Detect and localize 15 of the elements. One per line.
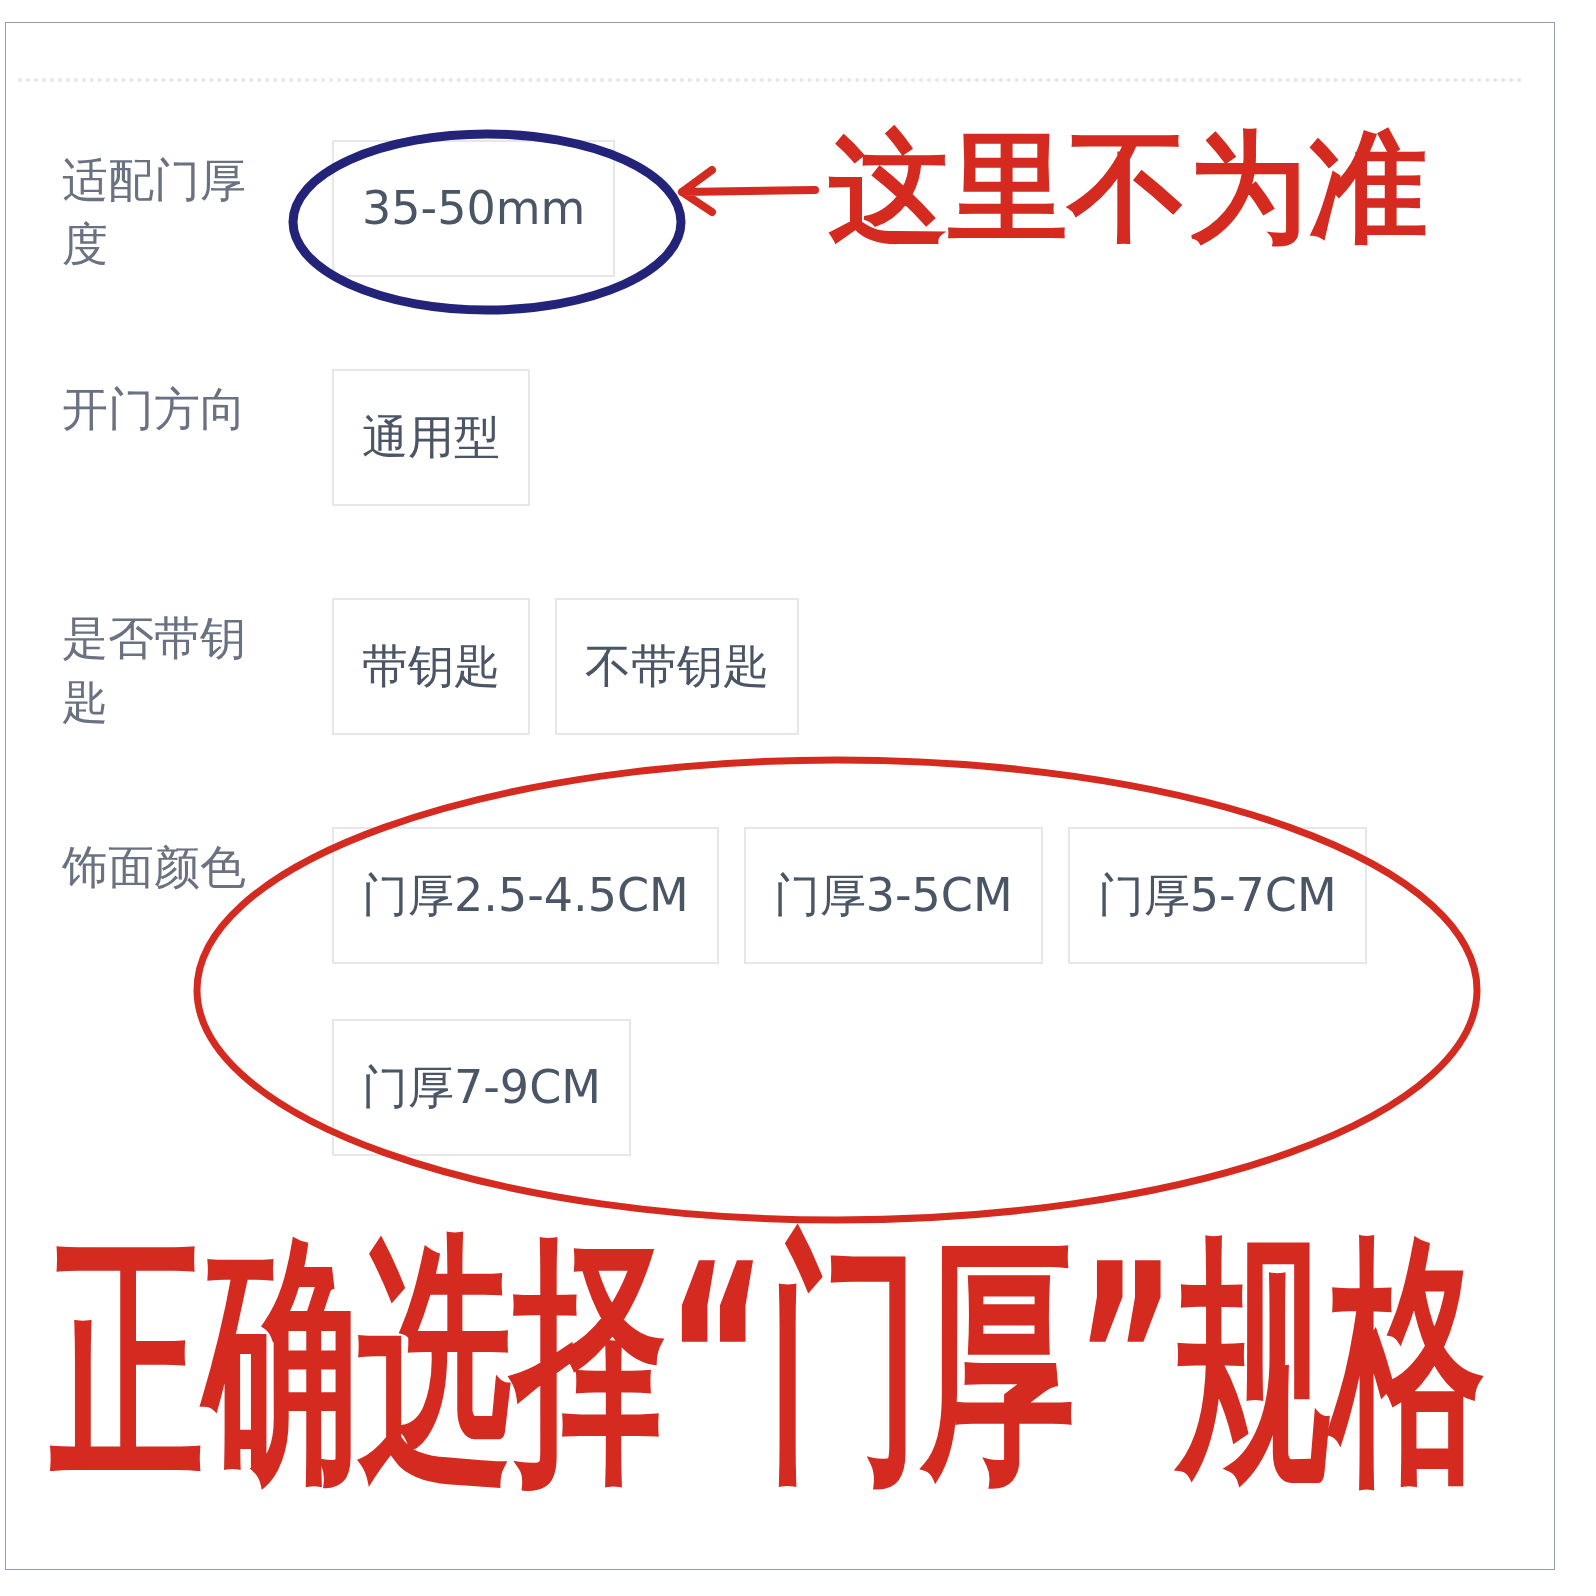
attribute-label: 适配门厚度 bbox=[62, 152, 247, 273]
annotation-note: 这里不为准 bbox=[828, 118, 1428, 258]
option-button[interactable]: 通用型 bbox=[332, 369, 530, 506]
option-button[interactable]: 门厚2.5-4.5CM bbox=[332, 827, 719, 964]
option-button[interactable]: 门厚5-7CM bbox=[1067, 827, 1367, 964]
arrow-icon bbox=[678, 166, 819, 216]
attribute-label: 开门方向 bbox=[62, 381, 247, 438]
attribute-label: 是否带钥匙 bbox=[62, 610, 247, 731]
option-button[interactable]: 门厚7-9CM bbox=[332, 1019, 631, 1156]
annotation-headline: 正确选择“门厚”规格 bbox=[50, 1220, 1485, 1501]
option-button[interactable]: 带钥匙 bbox=[332, 598, 530, 735]
option-button[interactable]: 不带钥匙 bbox=[555, 598, 799, 735]
option-button[interactable]: 门厚3-5CM bbox=[743, 827, 1043, 964]
attribute-label: 饰面颜色 bbox=[62, 839, 247, 896]
option-button[interactable]: 35-50mm bbox=[332, 140, 616, 277]
